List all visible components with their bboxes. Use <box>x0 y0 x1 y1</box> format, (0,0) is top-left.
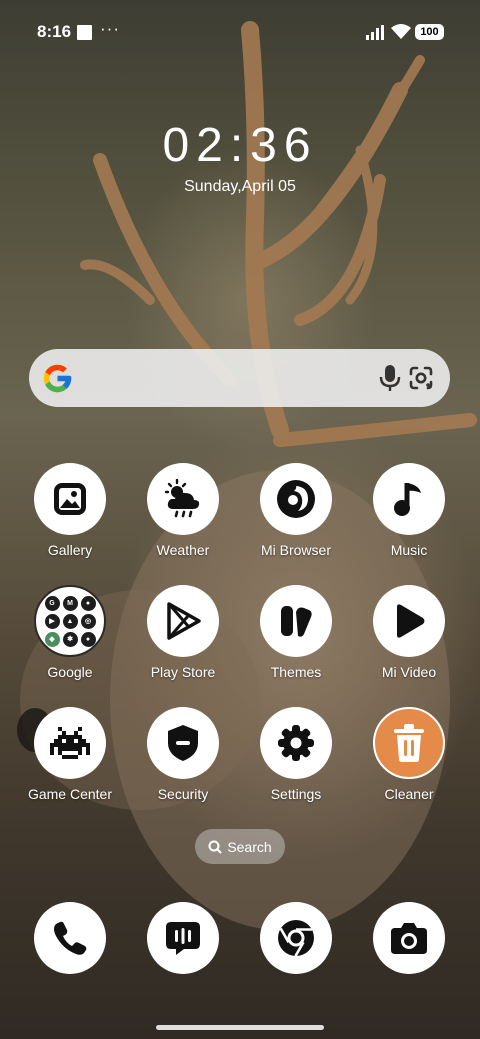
app-label: Themes <box>270 664 322 680</box>
app-label: Music <box>390 542 428 558</box>
app-label: Play Store <box>150 664 216 680</box>
app-search-button[interactable]: Search <box>195 829 285 864</box>
mic-icon[interactable] <box>377 364 403 392</box>
app-weather[interactable]: Weather <box>127 463 239 558</box>
messages-icon <box>147 902 219 974</box>
app-label: Security <box>157 786 209 802</box>
app-google-folder[interactable]: G M ● ▶ ▲ ◎ ◆ ✱ ● Google <box>14 585 126 680</box>
app-label: Game Center <box>27 786 113 802</box>
app-game-center[interactable]: Game Center <box>14 707 126 802</box>
google-lens-icon[interactable] <box>407 364 435 392</box>
status-time: 8:16 <box>37 22 72 41</box>
clock-date: Sunday,April 05 <box>184 178 296 195</box>
status-bar: 8:16 ··· 100 <box>0 0 480 64</box>
app-label: Gallery <box>47 542 93 558</box>
app-label: Cleaner <box>384 786 434 802</box>
dock-messages[interactable] <box>127 902 239 974</box>
themes-icon <box>260 585 332 657</box>
play-store-icon <box>147 585 219 657</box>
search-icon <box>208 840 223 854</box>
gallery-icon <box>34 463 106 535</box>
app-themes[interactable]: Themes <box>240 585 352 680</box>
google-folder-icon: G M ● ▶ ▲ ◎ ◆ ✱ ● <box>34 585 106 657</box>
app-label: Weather <box>156 542 210 558</box>
dock-chrome[interactable] <box>240 902 352 974</box>
app-gallery[interactable]: Gallery <box>14 463 126 558</box>
security-shield-icon <box>147 707 219 779</box>
weather-icon <box>147 463 219 535</box>
signal-icon <box>366 25 384 40</box>
notification-icon <box>77 25 92 40</box>
home-indicator[interactable] <box>156 1025 324 1030</box>
app-security[interactable]: Security <box>127 707 239 802</box>
game-center-icon <box>34 707 106 779</box>
app-mi-video[interactable]: Mi Video <box>353 585 465 680</box>
google-logo-icon <box>43 364 72 393</box>
dock-phone[interactable] <box>14 902 126 974</box>
google-search-bar[interactable] <box>29 349 450 407</box>
more-notifications-icon: ··· <box>100 19 120 38</box>
app-mi-browser[interactable]: Mi Browser <box>240 463 352 558</box>
browser-icon <box>260 463 332 535</box>
clock-time[interactable]: 02:36 <box>0 118 480 173</box>
gear-icon <box>260 707 332 779</box>
music-icon <box>373 463 445 535</box>
dock-camera[interactable] <box>353 902 465 974</box>
battery-icon: 100 <box>415 24 444 40</box>
app-cleaner[interactable]: Cleaner <box>353 707 465 802</box>
app-label: Settings <box>270 786 322 802</box>
trash-icon <box>373 707 445 779</box>
app-settings[interactable]: Settings <box>240 707 352 802</box>
app-search-label: Search <box>227 838 272 855</box>
app-label: Google <box>47 664 93 680</box>
camera-icon <box>373 902 445 974</box>
phone-icon <box>34 902 106 974</box>
app-play-store[interactable]: Play Store <box>127 585 239 680</box>
chrome-icon <box>260 902 332 974</box>
app-label: Mi Browser <box>260 542 331 558</box>
video-play-icon <box>373 585 445 657</box>
app-music[interactable]: Music <box>353 463 465 558</box>
wifi-icon <box>391 24 411 39</box>
app-label: Mi Video <box>381 664 437 680</box>
